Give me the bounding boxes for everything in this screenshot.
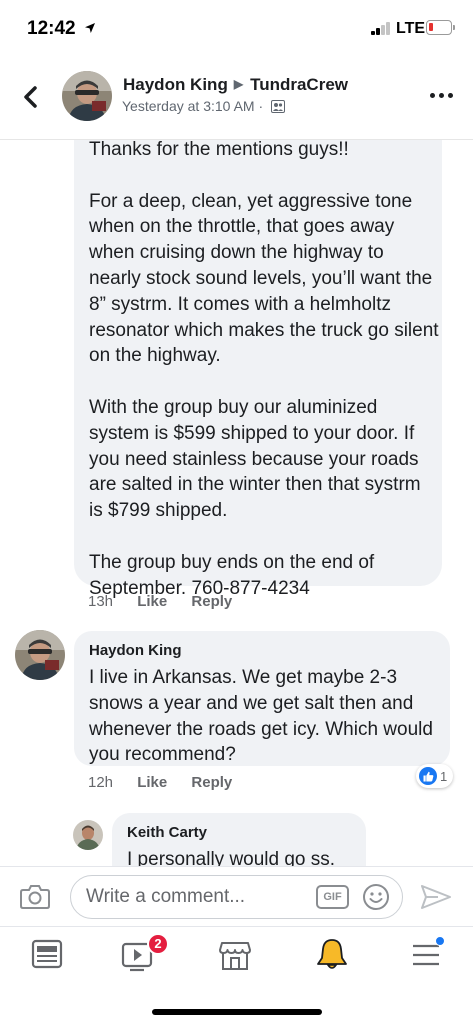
author-name[interactable]: Haydon King (123, 75, 228, 94)
status-bar: 12:42 LTE (0, 0, 473, 58)
comment-actions: 12h Like Reply (88, 774, 232, 791)
like-button[interactable]: Like (137, 774, 167, 791)
comment-time: 13h (88, 593, 114, 610)
status-time: 12:42 (27, 18, 76, 39)
post-title: Haydon King ▶ TundraCrew (123, 75, 348, 95)
emoji-icon[interactable] (362, 883, 390, 911)
commenter-name[interactable]: Keith Carty (127, 824, 207, 841)
reply-button[interactable]: Reply (191, 593, 232, 610)
gif-button[interactable]: GIF (316, 885, 349, 909)
arrow-right-icon: ▶ (233, 77, 244, 91)
comment-bubble: Haydon King I live in Arkansas. We get m… (74, 631, 450, 766)
group-privacy-icon (271, 100, 286, 113)
bottom-tab-bar: 2 (0, 926, 473, 1024)
comments-thread[interactable]: Thanks for the mentions guys!! For a dee… (0, 140, 473, 866)
location-arrow-icon (85, 23, 95, 33)
reaction-summary[interactable]: 1 (416, 764, 454, 788)
post-header: Haydon King ▶ TundraCrew Yesterday at 3:10… (0, 58, 473, 140)
more-dots-icon[interactable] (430, 91, 454, 101)
comment-text: Thanks for the mentions guys!! For a dee… (89, 140, 439, 599)
news-feed-icon[interactable] (27, 937, 67, 973)
network-type: LTE (396, 20, 426, 37)
comment-time: 12h (88, 774, 114, 791)
comment-text: I personally would go ss. (127, 849, 336, 866)
camera-icon[interactable] (20, 883, 50, 909)
signal-bars-icon (371, 22, 391, 35)
comment-bubble: Keith Carty I personally would go ss. (112, 813, 366, 866)
comment-composer: GIF (0, 866, 473, 926)
commenter-name[interactable]: Haydon King (89, 642, 182, 659)
post-timestamp: Yesterday at 3:10 AM · (122, 98, 264, 114)
comment-actions: 13h Like Reply (88, 593, 232, 610)
watch-badge: 2 (147, 933, 169, 955)
reply-button[interactable]: Reply (191, 774, 232, 791)
comment-bubble: Thanks for the mentions guys!! For a dee… (74, 140, 442, 599)
like-reaction-icon (419, 767, 437, 785)
like-button[interactable]: Like (137, 593, 167, 610)
home-indicator (152, 1009, 322, 1015)
battery-low-icon (426, 20, 455, 35)
post-meta: Yesterday at 3:10 AM · (122, 98, 286, 114)
commenter-avatar[interactable] (15, 630, 65, 680)
comment-text: I live in Arkansas. We get maybe 2-3 sno… (89, 667, 433, 766)
group-name[interactable]: TundraCrew (250, 75, 348, 94)
commenter-avatar[interactable] (73, 820, 103, 850)
comment-input[interactable] (70, 875, 403, 919)
notifications-bell-icon[interactable] (312, 937, 352, 973)
menu-notification-dot (435, 936, 445, 946)
marketplace-icon[interactable] (215, 937, 255, 973)
reaction-count: 1 (440, 768, 448, 784)
send-icon[interactable] (420, 883, 452, 911)
author-avatar[interactable] (62, 71, 112, 121)
back-chevron-icon[interactable] (14, 80, 48, 114)
